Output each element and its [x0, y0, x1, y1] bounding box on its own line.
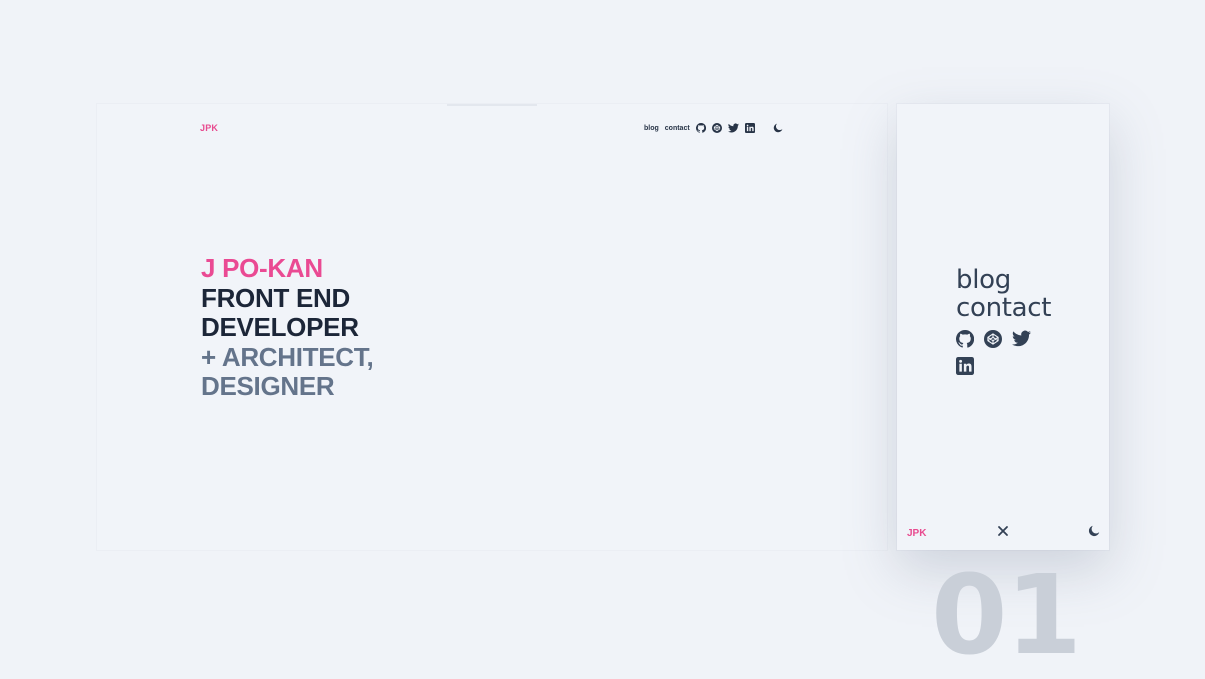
moon-icon[interactable]: [1088, 525, 1100, 537]
hero-title-line-2: DEVELOPER: [201, 312, 359, 342]
page-number: 01: [931, 551, 1082, 679]
mobile-contact-link[interactable]: contact: [956, 294, 1052, 322]
mobile-brand-logo[interactable]: JPK: [907, 528, 926, 539]
linkedin-icon[interactable]: [956, 357, 974, 375]
hero-title-line-1: FRONT END: [201, 282, 350, 313]
github-icon[interactable]: [956, 330, 974, 348]
mobile-social-icons: [956, 330, 1046, 375]
github-icon[interactable]: [695, 123, 706, 133]
desktop-preview: JPK blog contact J PO-KAN FRONT END DEVE…: [97, 104, 887, 550]
codepen-icon[interactable]: [984, 330, 1002, 348]
linkedin-icon[interactable]: [744, 123, 755, 133]
twitter-icon[interactable]: [727, 123, 739, 133]
codepen-icon[interactable]: [711, 123, 722, 133]
mobile-blog-link[interactable]: blog: [956, 266, 1051, 294]
hero-subtitle-line-1: + ARCHITECT,: [201, 341, 374, 372]
hero-subtitle-line-2: DESIGNER: [201, 371, 335, 401]
nav-blog-link[interactable]: blog: [644, 125, 659, 132]
top-nav: blog contact: [644, 121, 755, 135]
hero-name: J PO-KAN: [201, 253, 323, 283]
brand-logo[interactable]: JPK: [200, 123, 218, 133]
moon-icon[interactable]: [773, 123, 783, 133]
top-divider: [447, 104, 537, 106]
mobile-preview: blog contact JPK: [897, 104, 1109, 550]
close-icon[interactable]: [997, 525, 1009, 537]
nav-contact-link[interactable]: contact: [665, 125, 690, 132]
mobile-menu: blog contact: [956, 266, 1052, 375]
hero-heading: J PO-KAN FRONT END DEVELOPER + ARCHITECT…: [201, 253, 374, 402]
twitter-icon[interactable]: [1012, 330, 1031, 348]
